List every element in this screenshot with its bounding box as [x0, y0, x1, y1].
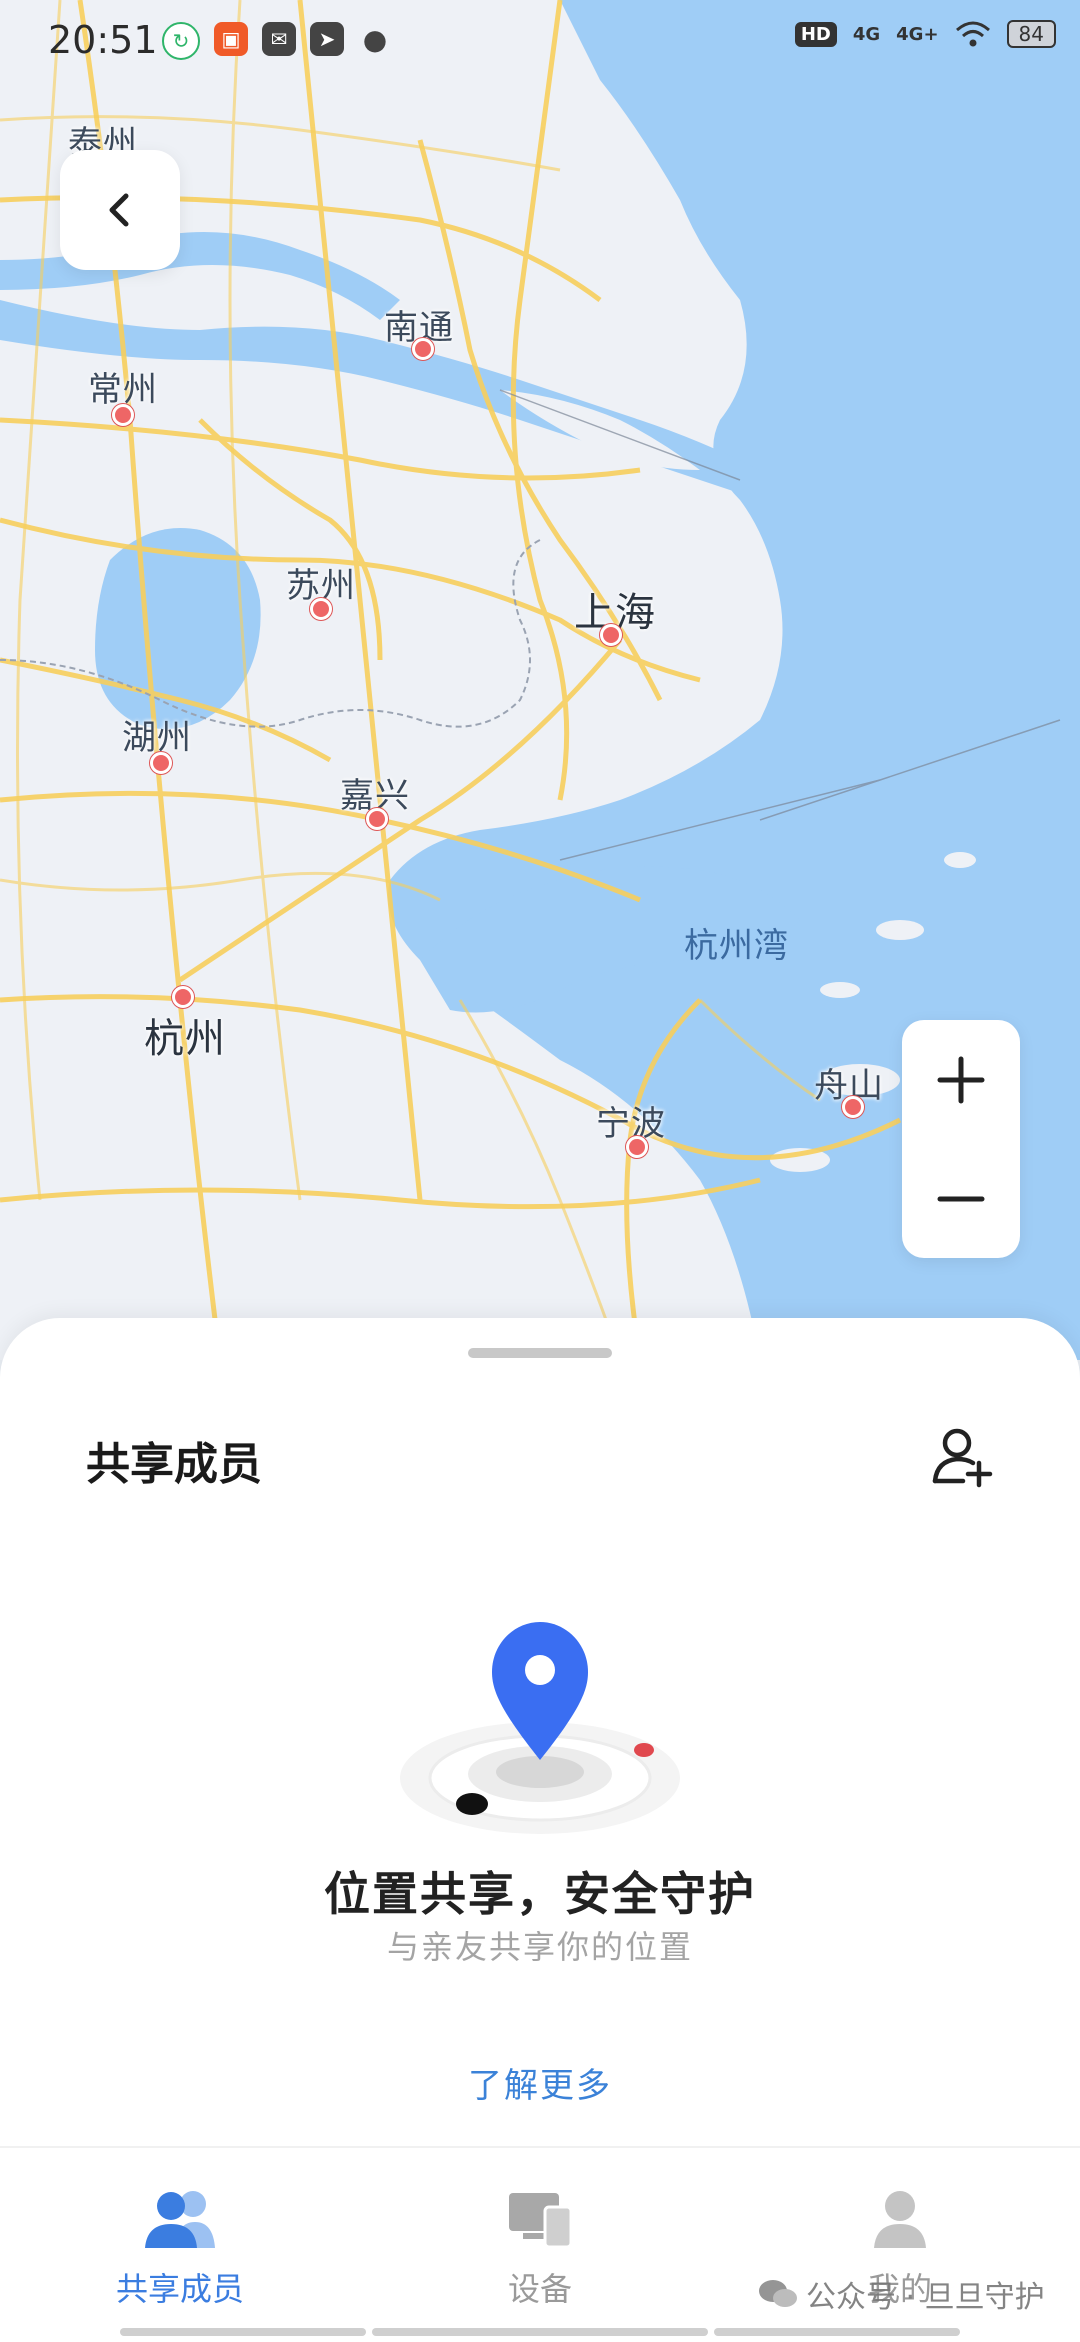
- minus-icon: [937, 1196, 985, 1201]
- home-indicator-center: [372, 2328, 708, 2336]
- signal-4g-plus-icon: 4G+: [896, 23, 939, 45]
- city-dot-ningbo: [626, 1136, 648, 1158]
- city-dot-changzhou: [112, 404, 134, 426]
- send-icon: ➤: [310, 22, 344, 56]
- tab-label-devices: 设备: [507, 2270, 572, 2308]
- location-icon: ●: [362, 22, 388, 56]
- city-dot-shanghai: [600, 624, 622, 646]
- battery-icon: 84: [1006, 20, 1056, 48]
- watermark: 公众号 · 旦旦守护: [758, 2272, 1045, 2316]
- home-indicator-right: [714, 2328, 960, 2336]
- tab-devices[interactable]: 设备: [360, 2186, 720, 2310]
- learn-more-link[interactable]: 了解更多: [0, 2058, 1080, 2107]
- notification-icons: ↻ ▣ ✉ ➤ ●: [162, 22, 392, 60]
- signal-4g-icon: 4G: [852, 23, 881, 45]
- mail-icon: ✉: [262, 22, 296, 56]
- city-dot-zhoushan: [842, 1096, 864, 1118]
- location-illustration: [380, 1598, 700, 1858]
- watermark-text: 公众号 · 旦旦守护: [806, 2280, 1045, 2315]
- status-indicators: HD 4G 4G+ 84: [794, 20, 1056, 48]
- sheet-title: 共享成员: [86, 1439, 262, 1490]
- bay-label-hangzhouwan: 杭州湾: [684, 926, 789, 966]
- chevron-left-icon: [109, 193, 129, 227]
- zoom-in-button[interactable]: [902, 1020, 1020, 1139]
- tab-shared-members[interactable]: 共享成员: [0, 2186, 360, 2310]
- home-indicator-left: [120, 2328, 366, 2336]
- back-button[interactable]: [60, 150, 180, 270]
- tab-label-shared-members: 共享成员: [115, 2270, 244, 2308]
- status-bar: 20:51 ↻ ▣ ✉ ➤ ● HD 4G 4G+ 84: [0, 0, 1080, 84]
- city-dot-huzhou: [150, 752, 172, 774]
- sync-icon: ↻: [162, 22, 200, 60]
- zoom-out-button[interactable]: [902, 1139, 1020, 1258]
- wifi-icon: [955, 21, 990, 47]
- person-icon: [874, 2191, 926, 2248]
- add-person-icon: [932, 1428, 993, 1488]
- city-dot-jiaxing: [366, 808, 388, 830]
- map-view[interactable]: 泰州 南通 常州 苏州 上海 湖州 嘉兴 杭州湾 杭州 宁波 舟山: [0, 0, 1080, 1360]
- empty-state-subtitle: 与亲友共享你的位置: [386, 1928, 693, 1966]
- devices-icon: [509, 2193, 573, 2249]
- wechat-icon: [759, 2280, 797, 2307]
- city-dot-hangzhou: [172, 986, 194, 1008]
- hd-voice-icon: HD: [794, 21, 837, 47]
- status-time: 20:51: [48, 18, 158, 62]
- city-dot-nantong: [412, 338, 434, 360]
- people-icon: [145, 2191, 215, 2248]
- app-icon: ▣: [214, 22, 248, 56]
- empty-state-title: 位置共享，安全守护: [324, 1867, 756, 1921]
- city-dot-suzhou: [310, 598, 332, 620]
- plus-icon: [937, 1056, 985, 1103]
- zoom-controls: [902, 1020, 1020, 1258]
- add-member-button[interactable]: [920, 1416, 1002, 1498]
- city-label-hangzhou: 杭州: [144, 1016, 226, 1062]
- drag-handle[interactable]: [468, 1348, 612, 1358]
